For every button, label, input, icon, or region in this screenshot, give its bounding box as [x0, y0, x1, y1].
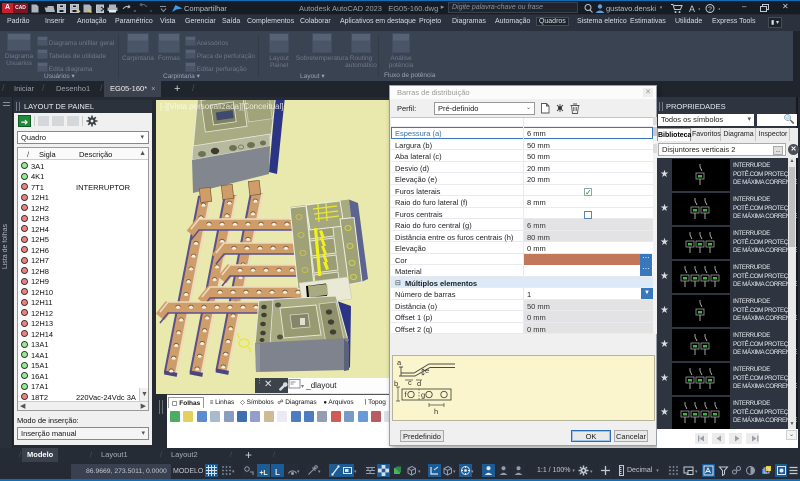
svg-text:A: A [689, 4, 695, 14]
svg-text:c: c [408, 378, 412, 387]
svg-text:e: e [425, 366, 429, 375]
svg-text:b: b [394, 379, 398, 388]
svg-text:f: f [405, 390, 408, 399]
svg-text:d: d [417, 379, 421, 388]
svg-text:h: h [434, 407, 438, 416]
svg-text:?: ? [708, 7, 712, 14]
svg-text:g: g [421, 391, 425, 400]
svg-text:a: a [397, 358, 402, 367]
